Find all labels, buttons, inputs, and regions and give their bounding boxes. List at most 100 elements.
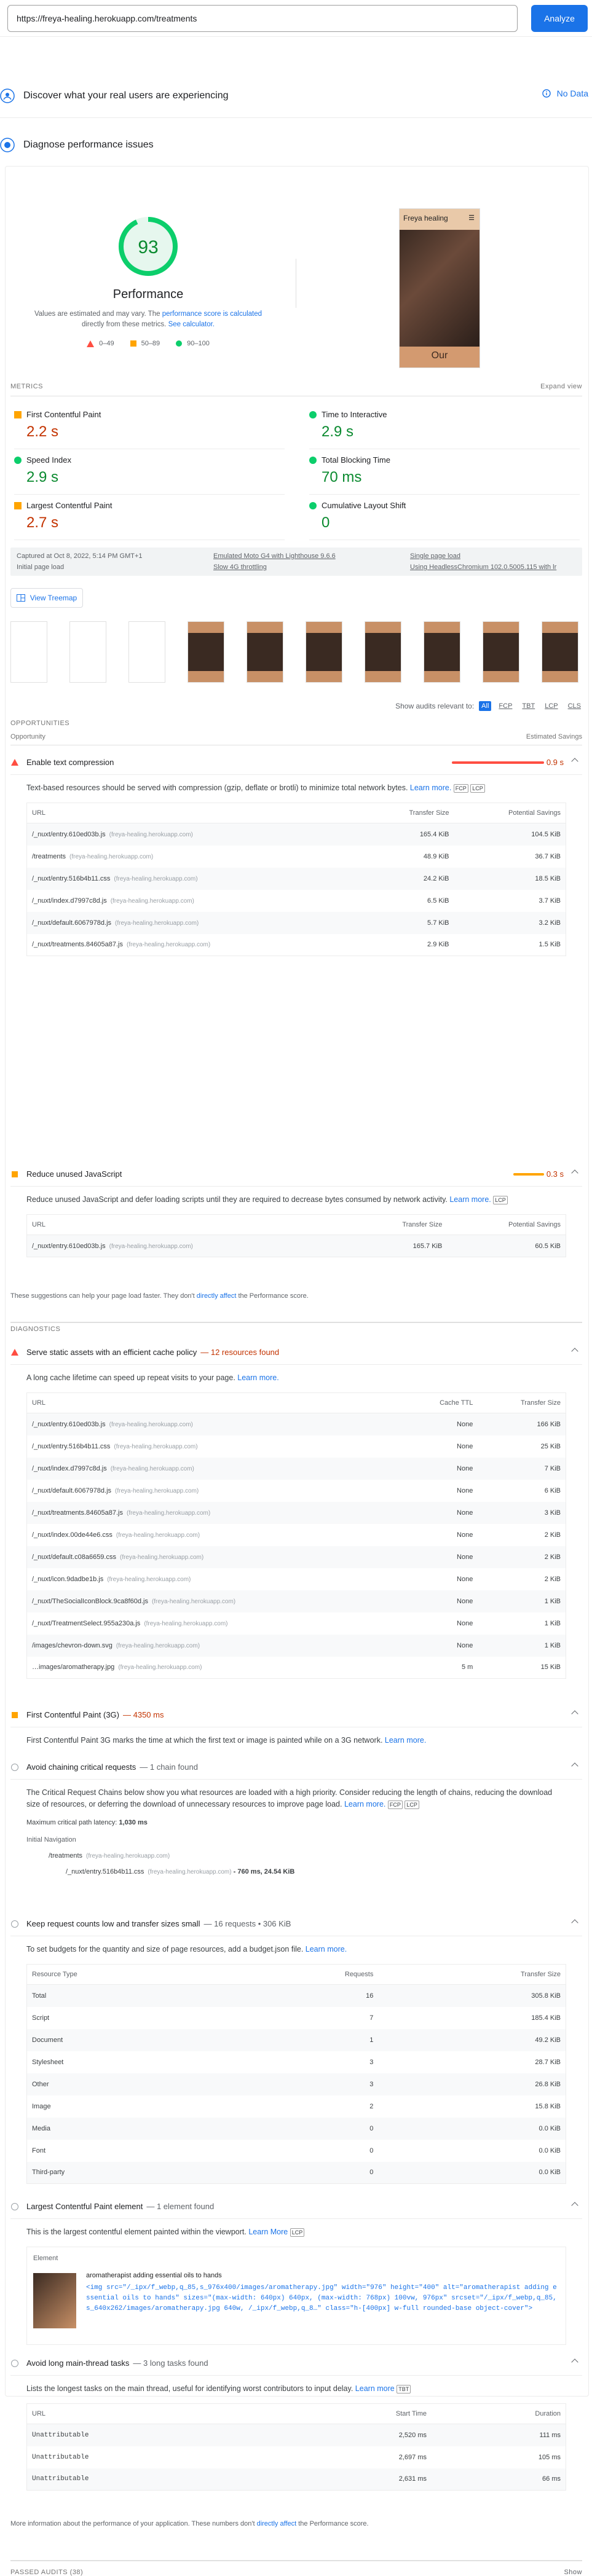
chevron-up-icon[interactable]	[571, 1762, 578, 1770]
url-cell[interactable]: /_nuxt/treatments.84605a87.js (freya-heal…	[26, 1501, 403, 1524]
audit-header[interactable]: Largest Contentful Paint element — 1 ele…	[10, 2194, 582, 2219]
url-cell[interactable]: /_nuxt/entry.516b4b11.css (freya-healing.…	[27, 1435, 403, 1458]
learn-more-link[interactable]: Learn More	[248, 2228, 288, 2236]
lcp-element-box: Element aromatherapist adding essential …	[26, 2247, 566, 2345]
audit-title: Keep request counts low and transfer siz…	[26, 1919, 200, 1928]
filmstrip-frame	[247, 621, 283, 683]
audit-header[interactable]: Avoid chaining critical requests — 1 cha…	[10, 1755, 582, 1780]
filter-all[interactable]: All	[479, 701, 492, 711]
audit-extra: — 16 requests • 306 KiB	[203, 1919, 291, 1928]
treemap-label: View Treemap	[30, 594, 77, 602]
audit-extra: — 1 element found	[146, 2202, 215, 2211]
audit-title: Reduce unused JavaScript	[26, 1169, 122, 1179]
chevron-up-icon[interactable]	[571, 1919, 578, 1926]
url-cell[interactable]: /_nuxt/default.6067978d.js (freya-healing…	[26, 911, 365, 934]
url-cell[interactable]: /_nuxt/TreatmentSelect.955a230a.js (freya…	[27, 1612, 403, 1635]
value-cell: None	[402, 1457, 478, 1480]
url-cell[interactable]: /_nuxt/index.00de44e6.css (freya-healing.…	[27, 1524, 403, 1546]
element-snippet: <img src="/_ipx/f_webp,q_85,s_976x400/im…	[86, 2284, 557, 2312]
learn-more-link[interactable]: Learn more.	[385, 1736, 426, 1745]
url-cell[interactable]: /_nuxt/entry.516b4b11.css (freya-healing.…	[26, 867, 365, 890]
column-header: Transfer Size	[352, 1214, 448, 1235]
opportunities-note: These suggestions can help your page loa…	[10, 1292, 309, 1300]
diagnostics-note: More information about the performance o…	[10, 2520, 369, 2527]
learn-more-link[interactable]: Learn more.	[344, 1800, 385, 1808]
show-passed-toggle[interactable]: Show	[564, 2569, 582, 2576]
audit-description: A long cache lifetime can speed up repea…	[26, 1373, 279, 1382]
learn-more-link[interactable]: Learn more.	[237, 1373, 278, 1382]
audit-header[interactable]: Serve static assets with an efficient ca…	[10, 1340, 582, 1365]
pass-icon	[14, 457, 22, 464]
audit-header[interactable]: Reduce unused JavaScript 0.3 s	[10, 1162, 582, 1187]
chevron-up-icon[interactable]	[571, 758, 578, 765]
url-cell[interactable]: /_nuxt/treatments.84605a87.js (freya-heal…	[27, 934, 365, 956]
device-emulation[interactable]: Emulated Moto G4 with Lighthouse 9.6.6	[213, 552, 336, 560]
pass-icon	[309, 411, 317, 418]
filter-cls[interactable]: CLS	[566, 701, 583, 711]
chevron-up-icon[interactable]	[571, 1710, 578, 1718]
filter-fcp[interactable]: FCP	[496, 701, 515, 711]
table-row: /_nuxt/default.c08a6659.css (freya-healin…	[26, 1545, 566, 1568]
table-row: Unattributable 2,697 ms 105 ms	[27, 2446, 566, 2468]
learn-more-link[interactable]: Learn more.	[306, 1945, 347, 1954]
chevron-up-icon[interactable]	[571, 1348, 578, 1355]
lighthouse-report: 93 Performance Values are estimated and …	[5, 166, 589, 2576]
audit-description: The Critical Request Chains below show y…	[26, 1788, 553, 1809]
passed-audits-header[interactable]: PASSED AUDITS (38) Show	[10, 2560, 582, 2576]
table-row: /_nuxt/entry.610ed03b.js (freya-healing.h…	[26, 1235, 566, 1257]
url-cell[interactable]: /_nuxt/TheSocialIconBlock.9ca8f60d.js (fr…	[26, 1590, 403, 1612]
url-cell[interactable]: /_nuxt/index.d7997c8d.js (freya-healing.h…	[27, 890, 365, 912]
no-data-link[interactable]: No Data	[542, 88, 588, 98]
score-legend: 0–49 50–89 90–100	[14, 340, 282, 347]
filter-tbt[interactable]: TBT	[519, 701, 537, 711]
url-cell[interactable]: /_nuxt/default.c08a6659.css (freya-healin…	[26, 1545, 403, 1568]
url-cell[interactable]: /images/chevron-down.svg (freya-healing.h…	[26, 1634, 403, 1657]
url-cell[interactable]: /_nuxt/icon.9dadbe1b.js (freya-healing.he…	[27, 1568, 403, 1590]
audit-header[interactable]: First Contentful Paint (3G) — 4350 ms	[10, 1703, 582, 1727]
score-calculated-link[interactable]: performance score is calculated	[162, 310, 262, 318]
url-cell[interactable]: /_nuxt/entry.610ed03b.js (freya-healing.h…	[26, 823, 365, 846]
audit-header[interactable]: Keep request counts low and transfer siz…	[10, 1912, 582, 1936]
value-cell: 2 KiB	[544, 1575, 561, 1583]
screenshot-header: Freya healing ☰	[400, 209, 480, 230]
metric-item: Speed Index 2.9 s	[14, 449, 285, 495]
directly-affect-link[interactable]: directly affect	[257, 2520, 297, 2527]
discover-section[interactable]: Discover what your real users are experi…	[0, 74, 592, 118]
url-cell[interactable]: /_nuxt/entry.610ed03b.js (freya-healing.h…	[26, 1413, 403, 1435]
directly-affect-link[interactable]: directly affect	[197, 1292, 237, 1300]
label-cell: Unattributable	[32, 2453, 89, 2461]
url-cell[interactable]: /_nuxt/entry.610ed03b.js (freya-healing.h…	[26, 1235, 353, 1257]
no-data-label: No Data	[556, 88, 588, 98]
url-input[interactable]	[7, 5, 518, 32]
label-cell: Image	[32, 2102, 51, 2110]
learn-more-link[interactable]: Learn more.	[449, 1195, 491, 1204]
url-cell[interactable]: /_nuxt/default.6067978d.js (freya-healing…	[27, 1480, 403, 1502]
expand-view-toggle[interactable]: Expand view	[540, 383, 582, 390]
chevron-up-icon[interactable]	[571, 2358, 578, 2366]
element-label: aromatherapist adding essential oils to …	[86, 2272, 222, 2279]
compression-table: URL Transfer Size Potential Savings /_nuxt/…	[26, 803, 566, 956]
audit-header[interactable]: Avoid long main-thread tasks — 3 long ta…	[10, 2351, 582, 2376]
table-row: /_nuxt/index.d7997c8d.js (freya-healing.h…	[27, 890, 566, 912]
learn-more-link[interactable]: Learn more	[355, 2384, 395, 2393]
filter-lcp[interactable]: LCP	[542, 701, 560, 711]
analyze-button[interactable]: Analyze	[531, 5, 588, 32]
url-cell[interactable]: /treatments (freya-healing.herokuapp.com)	[27, 846, 365, 868]
url-cell[interactable]: …images/aromatherapy.jpg (freya-healing.h…	[27, 1657, 403, 1679]
throttling[interactable]: Slow 4G throttling	[213, 564, 267, 571]
learn-more-link[interactable]: Learn more.	[410, 783, 451, 792]
calculator-link[interactable]: See calculator.	[168, 321, 215, 328]
score-note-text: Values are estimated and may vary. The	[34, 310, 160, 318]
browser-version[interactable]: Using HeadlessChromium 102.0.5005.115 wi…	[410, 564, 556, 571]
chevron-up-icon[interactable]	[571, 2202, 578, 2209]
value-cell: 15 KiB	[540, 1663, 561, 1671]
chevron-up-icon[interactable]	[571, 1169, 578, 1177]
audit-header[interactable]: Enable text compression 0.9 s	[10, 750, 582, 775]
session-type[interactable]: Single page load	[410, 552, 460, 560]
url-cell[interactable]: /_nuxt/index.d7997c8d.js (freya-healing.h…	[26, 1457, 403, 1480]
element-col: Element	[33, 2255, 58, 2262]
table-row: Third-party 0 0.0 KiB	[26, 2161, 566, 2184]
value-cell: 6.5 KiB	[427, 897, 449, 905]
pass-icon	[309, 457, 317, 464]
view-treemap-button[interactable]: View Treemap	[10, 588, 83, 608]
